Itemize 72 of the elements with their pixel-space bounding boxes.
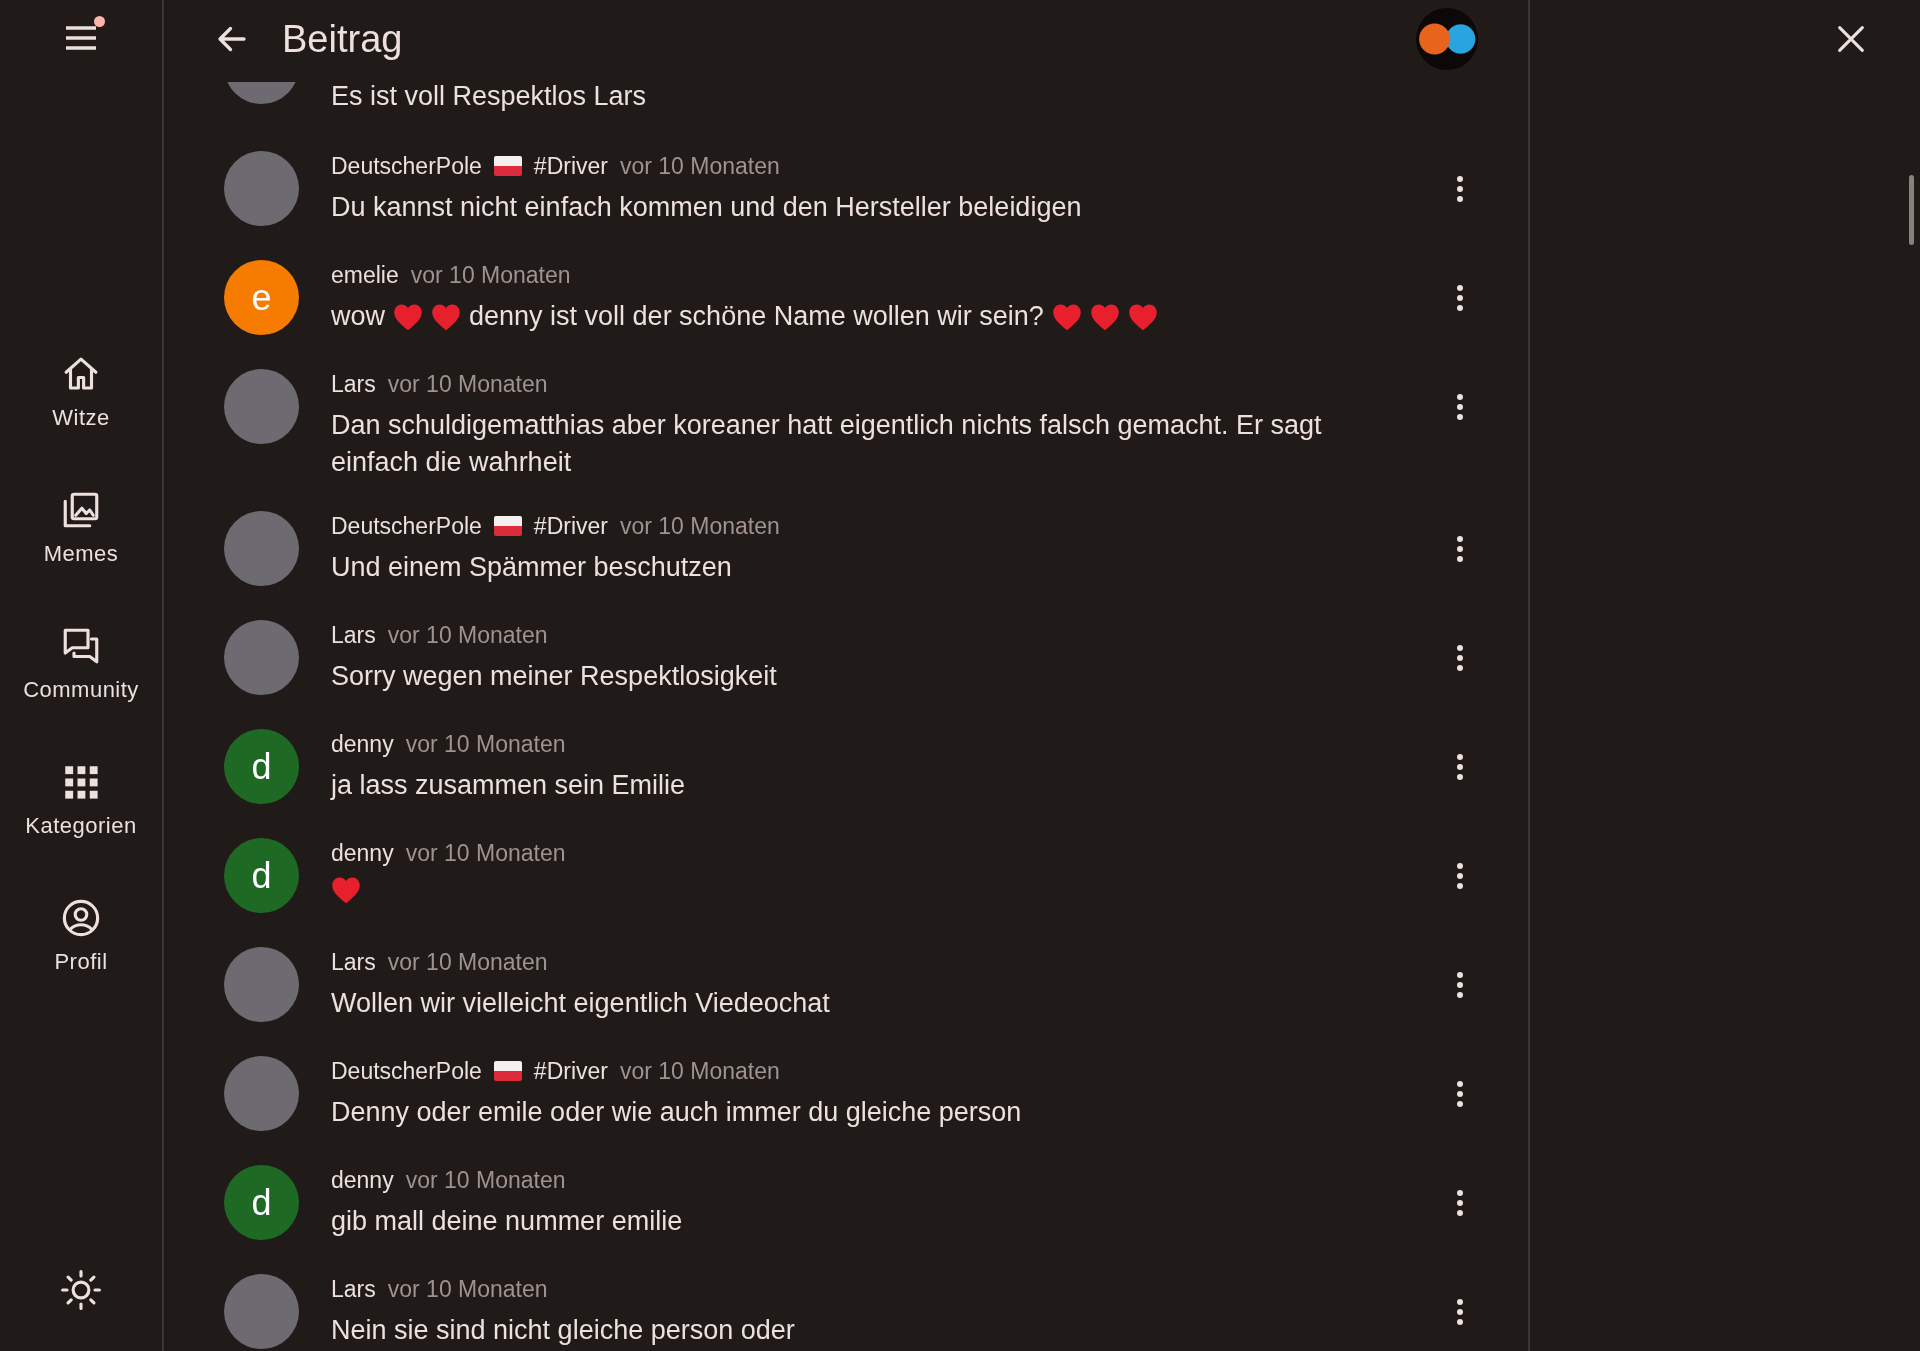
timestamp: vor 10 Monaten xyxy=(387,948,548,976)
more-options-icon xyxy=(1456,644,1464,672)
comment-text: Du kannst nicht einfach kommen und den Hersteller beleidigen xyxy=(331,191,1082,224)
user-tag: #Driver xyxy=(533,512,608,540)
more-options-icon xyxy=(1456,1080,1464,1108)
theme-toggle-icon[interactable] xyxy=(60,1269,102,1311)
more-options-icon xyxy=(1456,1189,1464,1217)
author-name[interactable]: Lars xyxy=(331,621,376,649)
timestamp: vor 10 Monaten xyxy=(387,621,548,649)
timestamp: vor 10 Monaten xyxy=(410,261,571,289)
timestamp: vor 10 Monaten xyxy=(405,1166,566,1194)
nav-item[interactable]: Kategorien xyxy=(17,757,145,843)
heart-icon xyxy=(331,876,361,904)
comment-text: Sorry wegen meiner Respektlosigkeit xyxy=(331,660,777,693)
comment-text: Es ist voll Respektlos Lars xyxy=(331,80,647,113)
comment-text: wow xyxy=(331,300,385,333)
nav-label: Memes xyxy=(43,541,119,567)
comment-text: Dan schuldigematthias aber koreaner hatt eigentlich nichts falsch gemacht. Er sagt einfach die wahrheit xyxy=(331,409,1323,479)
heart-icon xyxy=(1089,302,1120,331)
page-title: Beitrag xyxy=(282,17,403,61)
avatar-letter: d xyxy=(224,1165,299,1240)
comment-text: denny ist voll der schöne Name wollen wir sein? xyxy=(469,300,1044,333)
heart-icon xyxy=(1051,302,1082,331)
author-name[interactable]: DeutscherPole xyxy=(331,512,482,540)
comment-text: Denny oder emile oder wie auch immer du gleiche person xyxy=(331,1096,1022,1129)
avatar-letter: e xyxy=(224,260,299,335)
nav-item[interactable]: Profil xyxy=(46,893,116,979)
nav-item[interactable]: Community xyxy=(15,621,147,707)
more-options-icon xyxy=(1456,175,1464,203)
nav-item[interactable]: Witze xyxy=(44,349,118,435)
comment-text: ja lass zusammen sein Emilie xyxy=(331,769,686,802)
author-name[interactable]: Lars xyxy=(331,948,376,976)
more-options-icon xyxy=(1456,393,1464,421)
author-name[interactable]: denny xyxy=(331,730,394,758)
more-options-icon xyxy=(1456,862,1464,890)
comment-text: Nein sie sind nicht gleiche person oder xyxy=(331,1314,795,1347)
author-name[interactable]: emelie xyxy=(331,261,399,289)
nav-label: Witze xyxy=(52,405,110,431)
timestamp: vor 10 Monaten xyxy=(620,1057,780,1085)
timestamp: vor 10 Monaten xyxy=(405,730,566,758)
nav-label: Profil xyxy=(54,949,108,975)
nav-item[interactable]: Memes xyxy=(35,485,127,571)
heart-icon xyxy=(1127,302,1158,331)
scrollbar[interactable] xyxy=(1909,175,1914,245)
heart-icon xyxy=(393,302,423,331)
comment-text: Wollen wir vielleicht eigentlich Viedeochat xyxy=(331,987,830,1020)
timestamp: vor 10 Monaten xyxy=(620,512,780,540)
comment-text: gib mall deine nummer emilie xyxy=(331,1205,683,1238)
user-tag: #Driver xyxy=(533,152,608,180)
author-name[interactable]: Lars xyxy=(331,1275,376,1303)
account-circle-icon xyxy=(60,897,102,939)
more-options-icon xyxy=(1456,535,1464,563)
nav-label: Community xyxy=(23,677,139,703)
author-name[interactable]: DeutscherPole xyxy=(331,1057,482,1085)
avatar-letter: d xyxy=(224,838,299,913)
more-options-icon xyxy=(1456,753,1464,781)
more-options-icon xyxy=(1456,284,1464,312)
user-tag: #Driver xyxy=(533,1057,608,1085)
author-name[interactable]: DeutscherPole xyxy=(331,152,482,180)
avatar-letter: d xyxy=(224,729,299,804)
timestamp: vor 10 Monaten xyxy=(405,839,566,867)
more-options-icon xyxy=(1456,971,1464,999)
timestamp: vor 10 Monaten xyxy=(620,152,780,180)
timestamp: vor 10 Monaten xyxy=(387,1275,548,1303)
author-name[interactable]: Lars xyxy=(331,370,376,398)
heart-icon xyxy=(431,302,461,331)
author-name[interactable]: denny xyxy=(331,1166,394,1194)
timestamp: vor 10 Monaten xyxy=(387,370,548,398)
more-options-icon xyxy=(1456,1298,1464,1326)
comment-text: Und einem Spämmer beschutzen xyxy=(331,551,732,584)
author-name[interactable]: denny xyxy=(331,839,394,867)
nav-label: Kategorien xyxy=(25,813,137,839)
